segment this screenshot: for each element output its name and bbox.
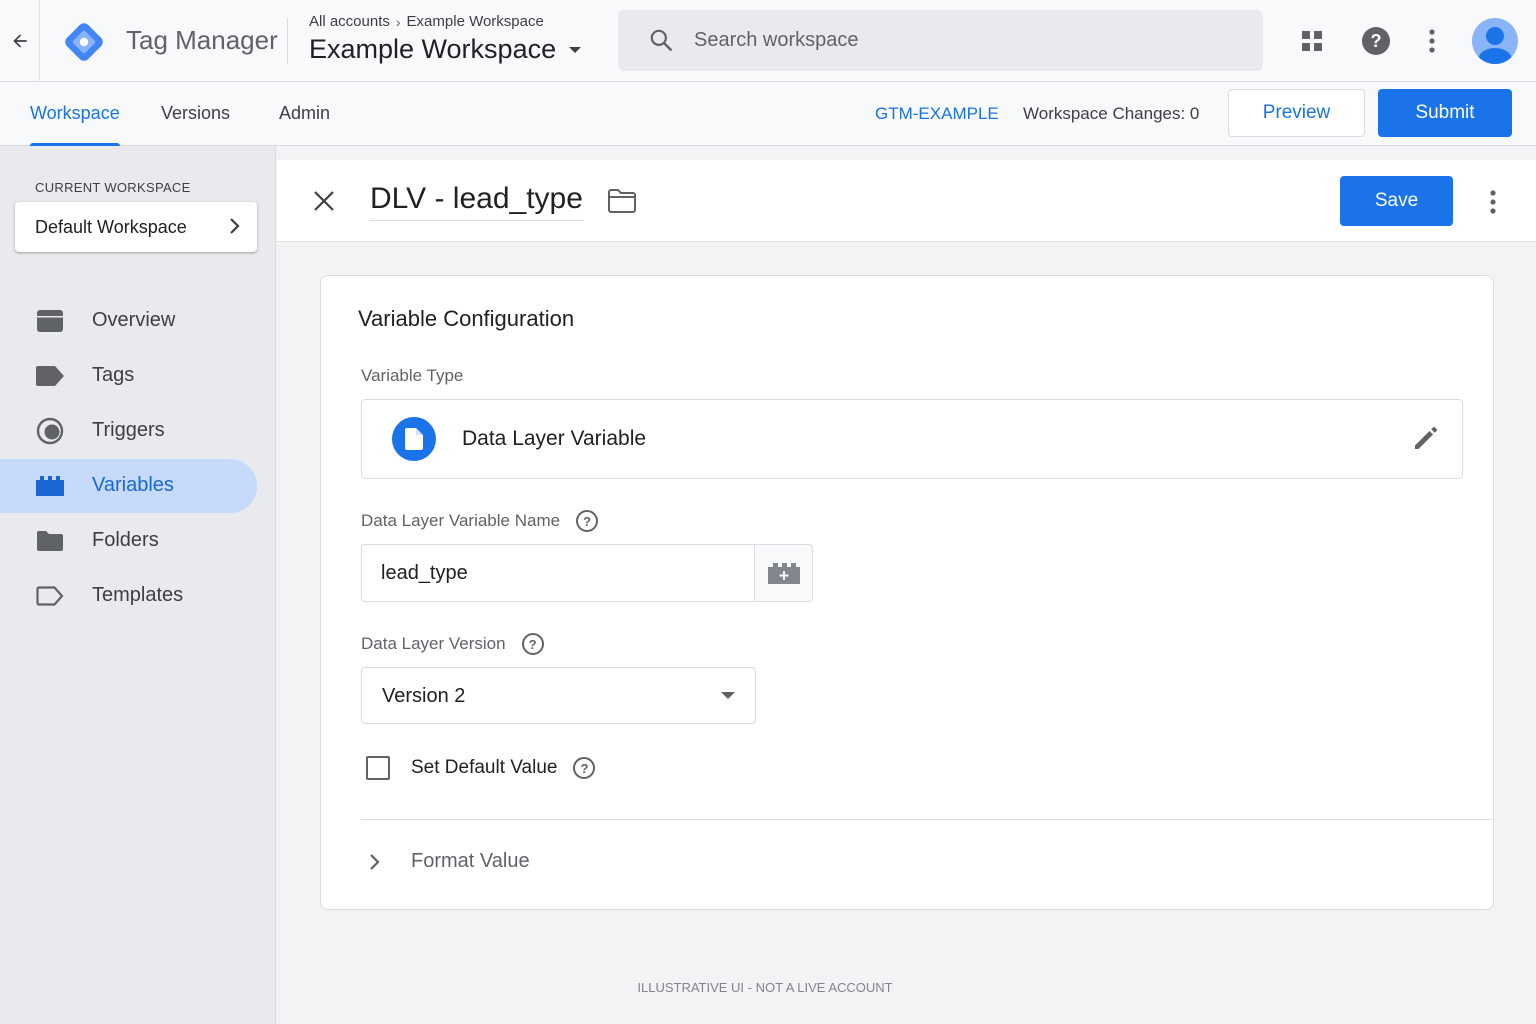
search-input[interactable] [694,10,1234,71]
folder-icon [36,529,64,553]
variable-type-value: Data Layer Variable [462,427,647,450]
variable-picker-icon [767,563,800,584]
sidebar-item-label: Folders [92,529,159,551]
move-to-folder-button[interactable] [607,188,637,219]
workspace-selector[interactable]: Default Workspace [15,202,257,252]
overview-icon [36,309,64,333]
tab-workspace[interactable]: Workspace [30,82,120,146]
tab-versions[interactable]: Versions [161,82,230,146]
variable-editor-header: DLV - lead_type Save [277,160,1536,242]
format-value-label: Format Value [411,850,530,872]
editor-more-options-button[interactable] [1479,186,1507,218]
sidebar-item-triggers[interactable]: Triggers [0,404,257,458]
sidebar-item-tags[interactable]: Tags [0,349,257,403]
search-icon [650,29,672,51]
save-button[interactable]: Save [1340,176,1453,226]
sidebar-item-label: Tags [92,364,135,386]
breadcrumb-workspace[interactable]: Example Workspace [407,13,544,30]
chevron-right-icon [230,218,240,234]
dl-version-label-text: Data Layer Version [361,634,506,653]
default-value-label: Set Default Value ? [411,757,596,779]
container-title: Example Workspace [309,34,557,64]
arrow-back-icon [12,34,27,48]
more-vert-icon [1429,29,1435,53]
variable-type-label: Variable Type [361,366,463,386]
sidebar-item-label: Overview [92,309,176,331]
apps-grid-icon [1302,31,1322,51]
sidebar-item-folders[interactable]: Folders [0,514,257,568]
tab-admin[interactable]: Admin [279,82,330,146]
preview-button[interactable]: Preview [1228,89,1365,137]
variable-name-title[interactable]: DLV - lead_type [370,182,583,221]
breadcrumb-account[interactable]: All accounts [309,13,390,30]
help-button[interactable]: ? [1356,21,1396,61]
chevron-right-icon [370,854,380,870]
chevron-right-icon: › [395,13,401,30]
dl-version-select[interactable]: Version 2 [361,667,756,724]
sidebar-item-overview[interactable]: Overview [0,294,257,348]
breadcrumb: All accounts › Example Workspace [309,13,544,30]
trigger-icon [36,417,64,445]
dlv-name-label: Data Layer Variable Name ? [361,510,599,532]
footer-disclaimer: ILLUSTRATIVE UI - NOT A LIVE ACCOUNT [637,980,893,995]
sidebar-item-label: Templates [92,584,184,606]
caret-down-icon [569,46,582,53]
close-icon [314,191,334,211]
dlv-name-input[interactable] [361,544,755,602]
default-value-label-text[interactable]: Set Default Value [411,757,557,779]
account-avatar[interactable] [1472,18,1518,64]
container-switcher[interactable]: Example Workspace [309,34,582,65]
more-options-button[interactable] [1412,21,1452,61]
dl-version-label: Data Layer Version ? [361,633,544,655]
sidebar: CURRENT WORKSPACE Default Workspace Over… [0,146,276,1024]
sidebar-item-variables[interactable]: Variables [0,459,257,513]
sidebar-item-label: Triggers [92,419,165,441]
top-app-bar: Tag Manager All accounts › Example Works… [0,0,1536,82]
template-icon [36,584,64,608]
back-button[interactable] [0,0,40,82]
variable-icon [36,474,64,498]
workspace-nav: Workspace Versions Admin GTM-EXAMPLE Wor… [0,82,1536,146]
card-title: Variable Configuration [358,306,575,331]
divider [287,18,288,64]
dl-version-value: Version 2 [382,685,466,707]
help-icon[interactable]: ? [576,510,599,532]
insert-variable-button[interactable] [754,544,813,602]
help-icon[interactable]: ? [521,633,544,655]
person-icon [1478,27,1512,64]
submit-button[interactable]: Submit [1378,89,1512,137]
pencil-icon[interactable] [1412,424,1440,452]
divider [361,819,1494,820]
svg-text:?: ? [1371,31,1382,51]
search-bar[interactable] [618,10,1263,71]
caret-down-icon [721,692,735,699]
help-circle-icon: ? [1362,27,1390,55]
current-workspace-name: Default Workspace [35,216,187,237]
workspace-changes-count: Workspace Changes: 0 [1023,104,1200,123]
container-id-link[interactable]: GTM-EXAMPLE [875,104,999,124]
tag-icon [36,364,64,388]
current-workspace-label: CURRENT WORKSPACE [35,180,191,195]
dlv-name-label-text: Data Layer Variable Name [361,511,561,530]
tag-manager-logo-icon [65,23,103,61]
apps-button[interactable] [1292,21,1332,61]
product-name: Tag Manager [126,25,278,55]
variable-type-selector[interactable]: Data Layer Variable [361,399,1463,479]
folder-outline-icon [608,189,636,213]
help-icon[interactable]: ? [573,757,596,779]
variable-type-label-text: Variable Type [361,366,464,385]
sidebar-item-templates[interactable]: Templates [0,569,257,623]
more-vert-icon [1490,190,1496,214]
close-button[interactable] [309,186,339,216]
document-icon [392,417,436,461]
default-value-checkbox[interactable] [366,756,390,780]
sidebar-item-label: Variables [92,474,174,496]
variable-configuration-card: Variable Configuration Variable Type Dat… [320,275,1494,910]
